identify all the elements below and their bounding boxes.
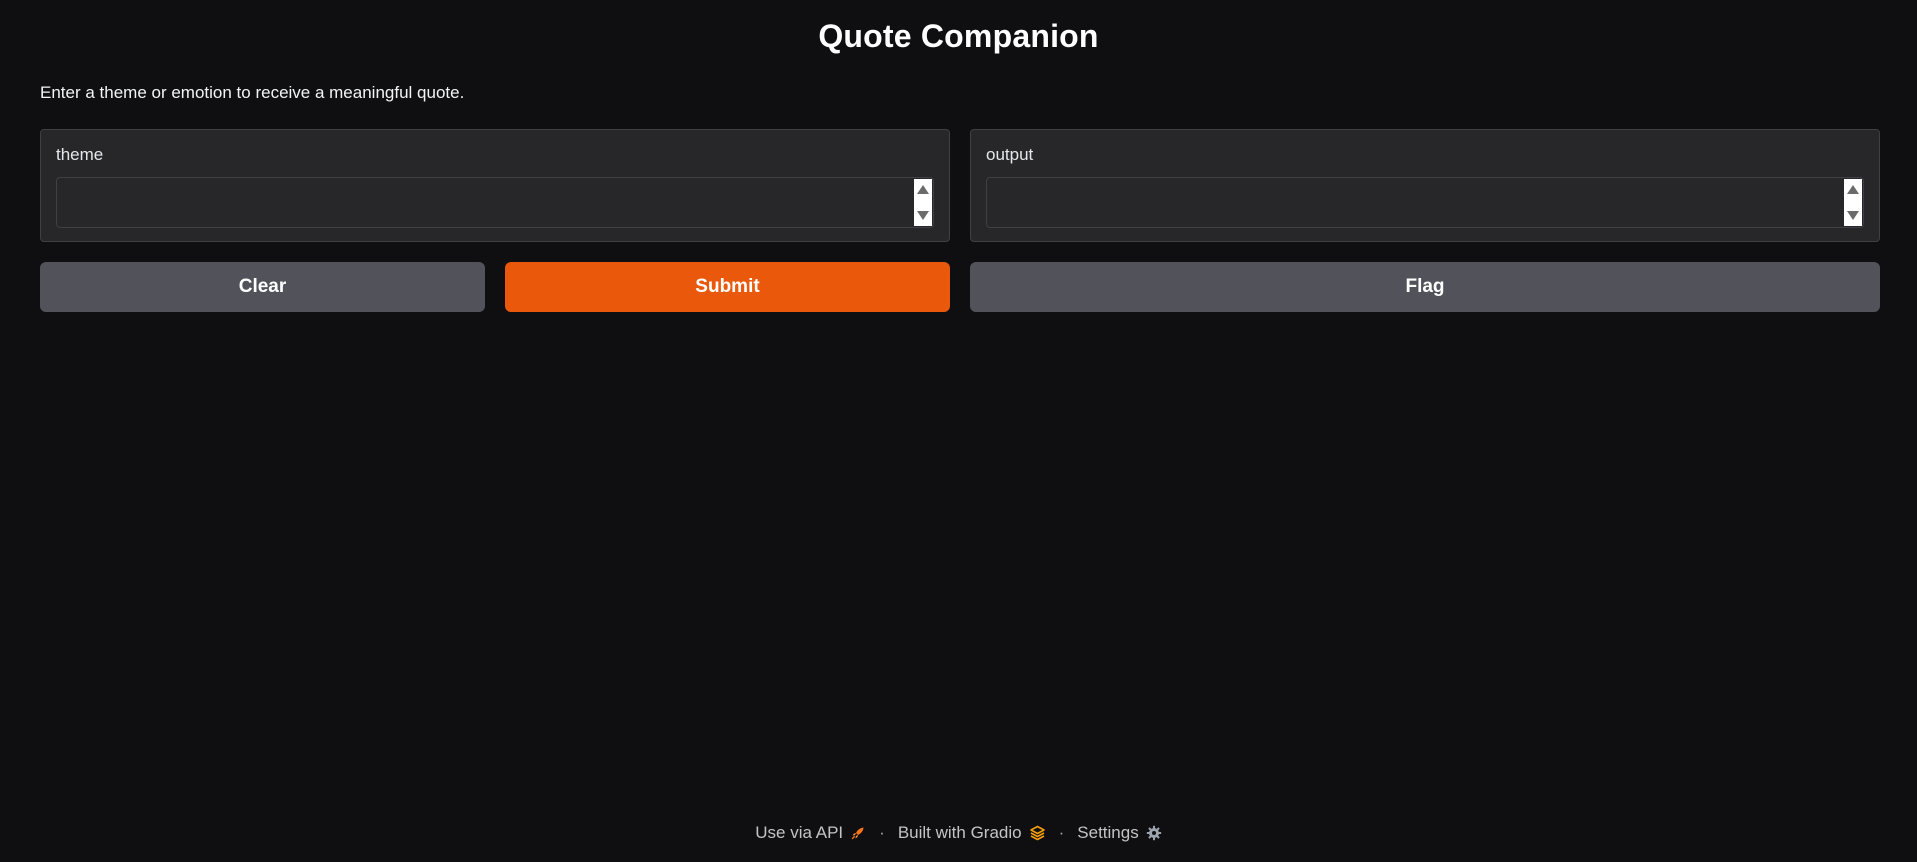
clear-button[interactable]: Clear	[40, 262, 485, 312]
api-link-label: Use via API	[755, 823, 844, 842]
gradio-logo-icon	[1029, 825, 1045, 841]
output-label: output	[986, 145, 1034, 164]
output-scrollbar[interactable]	[1844, 179, 1862, 226]
settings-link-label: Settings	[1077, 823, 1139, 842]
theme-input-panel: theme	[40, 129, 950, 242]
footer-separator: ·	[1058, 823, 1065, 842]
output-textbox	[986, 177, 1864, 228]
submit-button[interactable]: Submit	[505, 262, 950, 312]
gear-icon	[1146, 825, 1161, 841]
footer-separator: ·	[879, 823, 885, 842]
app-container: Quote Companion Enter a theme or emotion…	[0, 0, 1917, 862]
scroll-down-icon[interactable]	[1847, 211, 1859, 220]
page-title: Quote Companion	[818, 18, 1099, 54]
settings-link[interactable]: Settings	[1077, 823, 1161, 843]
scroll-up-icon[interactable]	[917, 185, 929, 194]
page-description: Enter a theme or emotion to receive a me…	[40, 83, 465, 102]
footer: Use via API · Built with Gradio · Settin…	[0, 823, 1917, 843]
built-with-gradio-link[interactable]: Built with Gradio	[898, 823, 1046, 843]
theme-label: theme	[56, 145, 104, 164]
output-field[interactable]	[987, 178, 1863, 227]
output-panel: output	[970, 129, 1880, 242]
theme-textbox	[56, 177, 934, 228]
gradio-link-label: Built with Gradio	[897, 823, 1022, 842]
use-via-api-link[interactable]: Use via API	[755, 823, 866, 843]
theme-input[interactable]	[57, 178, 933, 227]
scroll-down-icon[interactable]	[917, 211, 929, 220]
scroll-up-icon[interactable]	[1847, 185, 1859, 194]
rocket-icon	[851, 827, 864, 840]
theme-scrollbar[interactable]	[914, 179, 932, 226]
flag-button[interactable]: Flag	[970, 262, 1880, 312]
